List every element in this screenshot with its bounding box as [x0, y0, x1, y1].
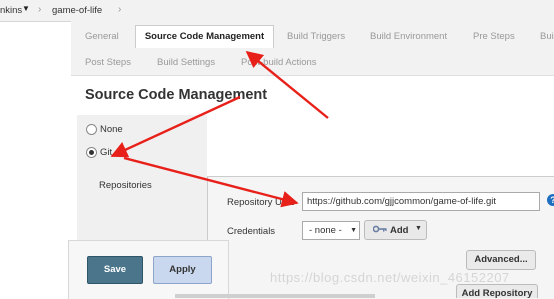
breadcrumb-separator: ›: [38, 4, 42, 15]
help-icon[interactable]: ?: [547, 194, 554, 206]
tab-build-settings[interactable]: Build Settings: [157, 57, 215, 68]
scm-git-radio[interactable]: [86, 147, 97, 158]
chevron-down-icon: ▼: [415, 225, 422, 232]
repositories-label: Repositories: [99, 180, 152, 191]
breadcrumb-jenkins-link[interactable]: nkins: [0, 5, 22, 16]
scrollbar[interactable]: [175, 294, 375, 298]
credentials-select[interactable]: - none - ▼: [302, 221, 360, 240]
apply-button[interactable]: Apply: [153, 256, 212, 284]
watermark: https://blog.csdn.net/weixin_46152207: [270, 270, 510, 285]
advanced-button[interactable]: Advanced...: [466, 250, 536, 270]
tab-general[interactable]: General: [85, 31, 119, 42]
tab-build[interactable]: Bui: [540, 31, 554, 42]
chevron-down-icon: ▼: [350, 227, 357, 234]
tab-build-environment[interactable]: Build Environment: [370, 31, 447, 42]
add-repository-button[interactable]: Add Repository: [456, 284, 538, 299]
credentials-value: - none -: [309, 225, 342, 236]
breadcrumb-separator: ›: [118, 4, 122, 15]
save-button[interactable]: Save: [87, 256, 143, 284]
add-button-label: Add: [390, 225, 409, 236]
repository-url-label: Repository URL: [227, 197, 295, 208]
section-title: Source Code Management: [85, 87, 268, 103]
breadcrumb-dropdown-icon[interactable]: ▼: [22, 4, 30, 13]
tab-post-build-actions[interactable]: Post-build Actions: [241, 57, 317, 68]
tab-pre-steps[interactable]: Pre Steps: [473, 31, 515, 42]
scm-none-label: None: [100, 124, 123, 135]
tab-source-code-management[interactable]: Source Code Management: [135, 25, 274, 48]
key-icon: [372, 225, 387, 235]
tab-build-triggers[interactable]: Build Triggers: [287, 31, 345, 42]
scm-none-radio[interactable]: [86, 124, 97, 135]
scm-git-label: Git: [100, 147, 113, 158]
tab-post-steps[interactable]: Post Steps: [85, 57, 131, 68]
credentials-label: Credentials: [227, 226, 276, 237]
breadcrumb-job-link[interactable]: game-of-life: [52, 5, 102, 16]
repository-url-input[interactable]: [302, 192, 540, 211]
add-credentials-button[interactable]: Add ▼: [364, 220, 427, 240]
